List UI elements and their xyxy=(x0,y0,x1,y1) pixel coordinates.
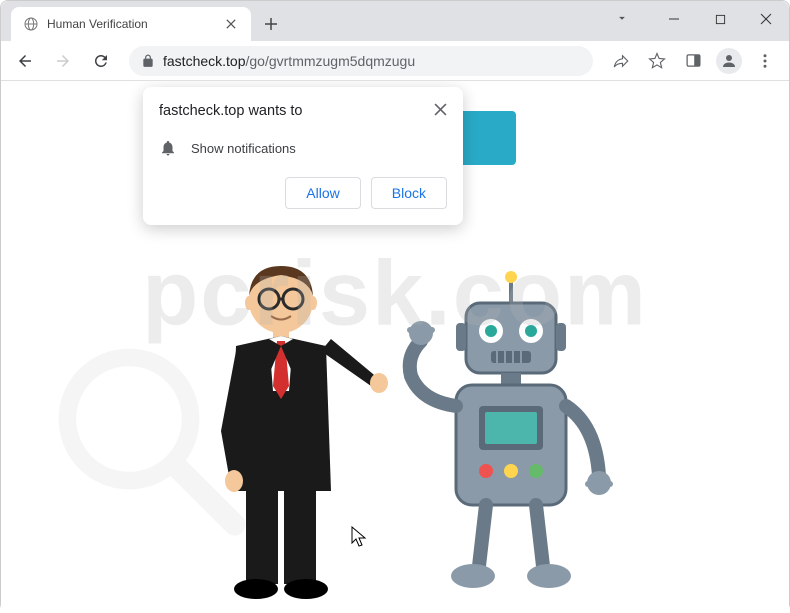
verify-button[interactable] xyxy=(456,111,516,165)
toolbar: fastcheck.top/go/gvrtmmzugm5dqmzugu xyxy=(1,41,789,81)
globe-icon xyxy=(23,16,39,32)
reload-button[interactable] xyxy=(85,45,117,77)
url-text: fastcheck.top/go/gvrtmmzugm5dqmzugu xyxy=(163,53,415,69)
page-content: pcrisk.com fastcheck.top wants to Show n… xyxy=(1,81,789,613)
cursor-icon xyxy=(351,526,369,550)
address-bar[interactable]: fastcheck.top/go/gvrtmmzugm5dqmzugu xyxy=(129,46,593,76)
back-button[interactable] xyxy=(9,45,41,77)
block-button[interactable]: Block xyxy=(371,177,447,209)
allow-button[interactable]: Allow xyxy=(285,177,360,209)
permission-text: Show notifications xyxy=(191,141,296,156)
share-icon[interactable] xyxy=(605,45,637,77)
minimize-button[interactable] xyxy=(651,1,697,37)
new-tab-button[interactable] xyxy=(257,10,285,38)
maximize-button[interactable] xyxy=(697,1,743,37)
notification-permission-popup: fastcheck.top wants to Show notification… xyxy=(143,87,463,225)
popup-title: fastcheck.top wants to xyxy=(159,103,302,119)
close-button[interactable] xyxy=(743,1,789,37)
bell-icon xyxy=(159,139,177,157)
toolbar-icons xyxy=(605,45,781,77)
close-icon[interactable] xyxy=(434,103,447,116)
robot-illustration xyxy=(407,271,613,588)
lock-icon xyxy=(141,54,155,68)
tab-close-icon[interactable] xyxy=(223,16,239,32)
browser-tab[interactable]: Human Verification xyxy=(11,7,251,41)
url-path: /go/gvrtmmzugm5dqmzugu xyxy=(246,53,416,69)
side-panel-icon[interactable] xyxy=(677,45,709,77)
url-domain: fastcheck.top xyxy=(163,53,246,69)
forward-button[interactable] xyxy=(47,45,79,77)
window-controls xyxy=(651,1,789,37)
menu-icon[interactable] xyxy=(749,45,781,77)
chevron-down-icon[interactable] xyxy=(615,11,629,25)
tab-title: Human Verification xyxy=(47,17,215,31)
profile-button[interactable] xyxy=(713,45,745,77)
bookmark-star-icon[interactable] xyxy=(641,45,673,77)
watermark-magnifier-icon xyxy=(41,331,261,551)
